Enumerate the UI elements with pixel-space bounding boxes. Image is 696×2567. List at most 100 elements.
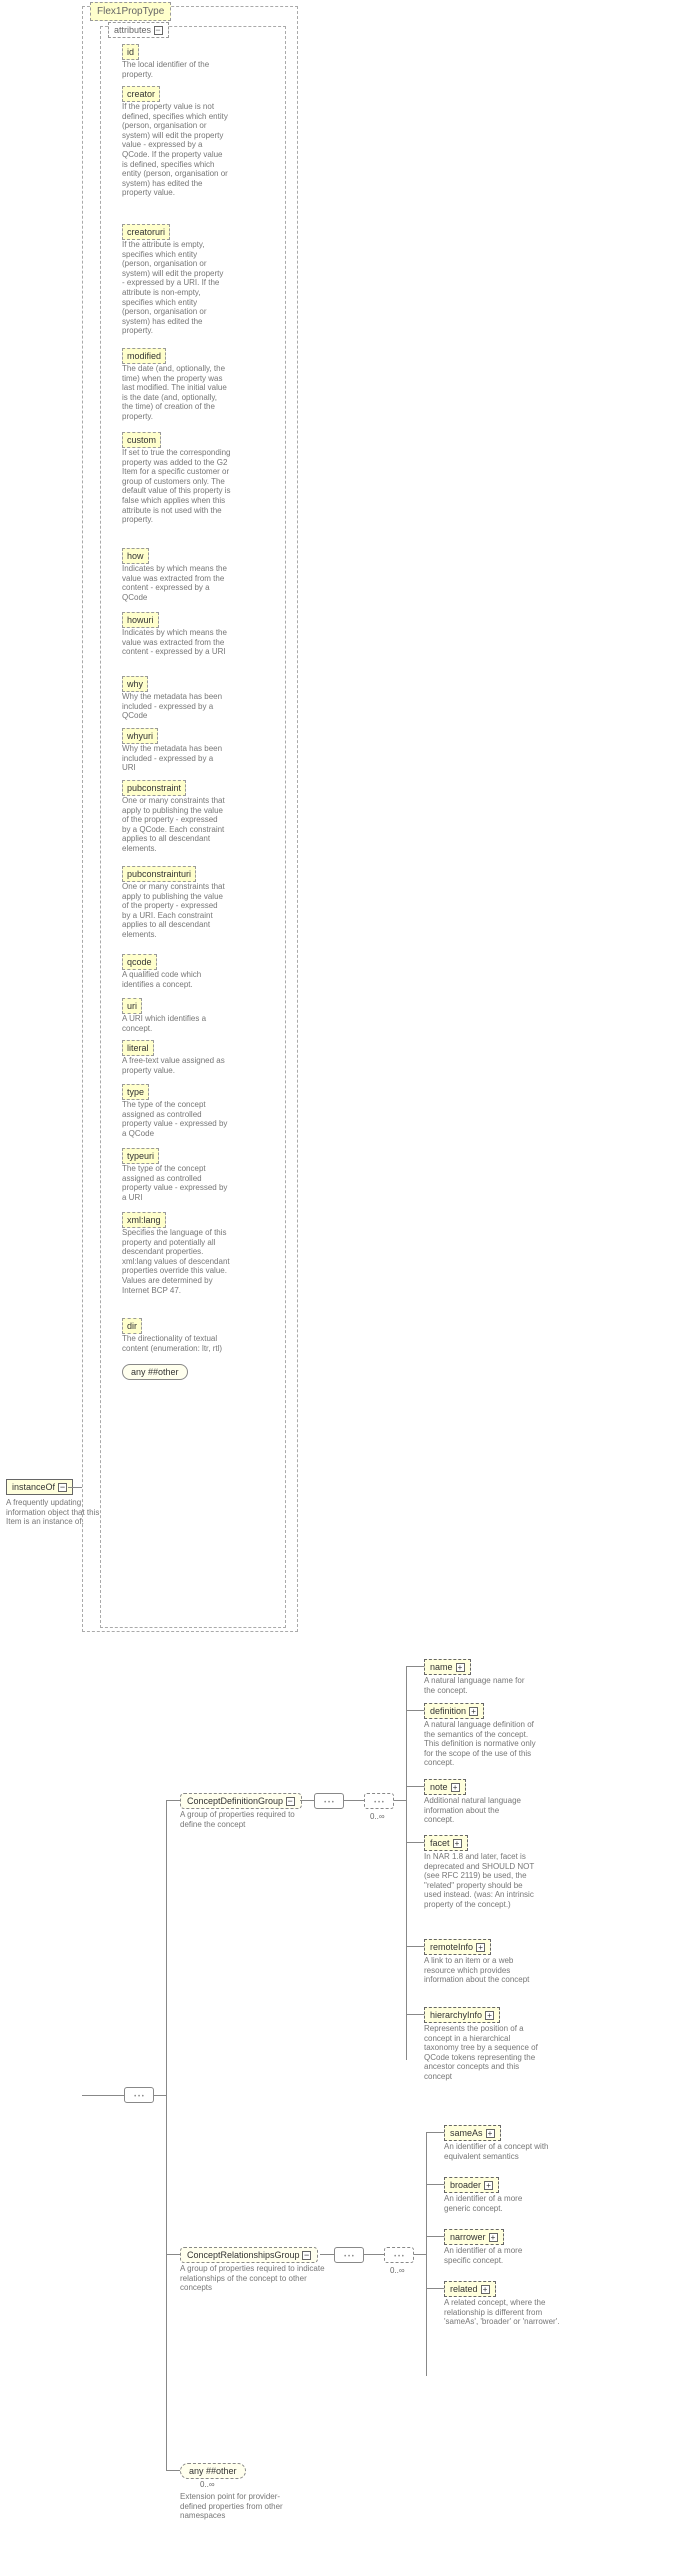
- elem-related-desc: A related concept, where the relationshi…: [444, 2298, 560, 2327]
- attr-how-label: how: [127, 551, 144, 561]
- attr-creator-label: creator: [127, 89, 155, 99]
- attr-pubconstrainturi-desc: One or many constraints that apply to pu…: [122, 882, 228, 940]
- expand-icon[interactable]: +: [451, 1783, 460, 1792]
- connector: [166, 1800, 180, 1801]
- attr-how-desc: Indicates by which means the value was e…: [122, 564, 228, 602]
- collapse-icon[interactable]: −: [58, 1483, 67, 1492]
- elem-note-label: note: [430, 1782, 448, 1792]
- collapse-icon[interactable]: −: [286, 1797, 295, 1806]
- sequence-indicator: [334, 2247, 364, 2263]
- expand-icon[interactable]: +: [476, 1943, 485, 1952]
- attr-creatoruri[interactable]: creatoruri: [122, 224, 170, 240]
- expand-icon[interactable]: +: [456, 1663, 465, 1672]
- attr-creatoruri-desc: If the attribute is empty, specifies whi…: [122, 240, 228, 336]
- attr-literal-label: literal: [127, 1043, 149, 1053]
- attr-howuri[interactable]: howuri: [122, 612, 159, 628]
- attr-pubconstraint-label: pubconstraint: [127, 783, 181, 793]
- attr-modified[interactable]: modified: [122, 348, 166, 364]
- ext-desc: Extension point for provider-defined pro…: [180, 2492, 300, 2521]
- elem-facet-desc: In NAR 1.8 and later, facet is deprecate…: [424, 1852, 540, 1910]
- attr-whyuri[interactable]: whyuri: [122, 728, 158, 744]
- seq-dots-icon: [134, 2090, 144, 2100]
- expand-icon[interactable]: +: [486, 2129, 495, 2138]
- connector: [426, 2288, 444, 2289]
- elem-name[interactable]: name+: [424, 1659, 471, 1675]
- attr-type-desc: The type of the concept assigned as cont…: [122, 1100, 228, 1138]
- crg-desc: A group of properties required to indica…: [180, 2264, 330, 2293]
- elem-facet[interactable]: facet+: [424, 1835, 468, 1851]
- elem-name-desc: A natural language name for the concept.: [424, 1676, 534, 1695]
- elem-hierarchyinfo[interactable]: hierarchyInfo+: [424, 2007, 500, 2023]
- attr-type-label: type: [127, 1087, 144, 1097]
- elem-sameas[interactable]: sameAs+: [444, 2125, 501, 2141]
- elem-note[interactable]: note+: [424, 1779, 466, 1795]
- elem-broader-label: broader: [450, 2180, 481, 2190]
- elem-broader-desc: An identifier of a more generic concept.: [444, 2194, 540, 2213]
- attr-how[interactable]: how: [122, 548, 149, 564]
- attr-id[interactable]: id: [122, 44, 139, 60]
- attr-any-other: any ##other: [122, 1364, 188, 1380]
- expand-icon[interactable]: +: [489, 2233, 498, 2242]
- concept-relationships-group[interactable]: ConceptRelationshipsGroup −: [180, 2247, 318, 2263]
- attr-why[interactable]: why: [122, 676, 148, 692]
- attr-xmllang-label: xml:lang: [127, 1215, 161, 1225]
- elem-narrower-desc: An identifier of a more specific concept…: [444, 2246, 540, 2265]
- expand-icon[interactable]: +: [453, 1839, 462, 1848]
- attr-howuri-label: howuri: [127, 615, 154, 625]
- elem-note-desc: Additional natural language information …: [424, 1796, 528, 1825]
- attr-whyuri-desc: Why the metadata has been included - exp…: [122, 744, 228, 773]
- expand-icon[interactable]: +: [469, 1707, 478, 1716]
- connector: [406, 1710, 424, 1711]
- attr-typeuri[interactable]: typeuri: [122, 1148, 159, 1164]
- attr-typeuri-desc: The type of the concept assigned as cont…: [122, 1164, 228, 1202]
- connector: [426, 2184, 444, 2185]
- connector: [82, 2095, 124, 2096]
- attr-pubconstrainturi[interactable]: pubconstrainturi: [122, 866, 196, 882]
- elem-related[interactable]: related+: [444, 2281, 496, 2297]
- attr-uri[interactable]: uri: [122, 998, 142, 1014]
- attributes-header[interactable]: attributes −: [108, 22, 169, 38]
- attr-literal[interactable]: literal: [122, 1040, 154, 1056]
- attr-custom[interactable]: custom: [122, 432, 161, 448]
- connector: [406, 1666, 407, 2060]
- elem-remoteinfo[interactable]: remoteInfo+: [424, 1939, 491, 1955]
- elem-hierarchyinfo-desc: Represents the position of a concept in …: [424, 2024, 542, 2082]
- expand-icon[interactable]: +: [485, 2011, 494, 2020]
- attr-xmllang[interactable]: xml:lang: [122, 1212, 166, 1228]
- attr-typeuri-label: typeuri: [127, 1151, 154, 1161]
- sequence-indicator: [124, 2087, 154, 2103]
- root-element[interactable]: instanceOf −: [6, 1479, 73, 1495]
- elem-definition[interactable]: definition+: [424, 1703, 484, 1719]
- attr-pubconstraint[interactable]: pubconstraint: [122, 780, 186, 796]
- collapse-icon[interactable]: −: [154, 26, 163, 35]
- attr-creator[interactable]: creator: [122, 86, 160, 102]
- attr-why-label: why: [127, 679, 143, 689]
- attr-type[interactable]: type: [122, 1084, 149, 1100]
- attr-dir[interactable]: dir: [122, 1318, 142, 1334]
- attr-id-desc: The local identifier of the property.: [122, 60, 218, 79]
- connector: [406, 2014, 424, 2015]
- attr-qcode[interactable]: qcode: [122, 954, 157, 970]
- concept-definition-group[interactable]: ConceptDefinitionGroup −: [180, 1793, 302, 1809]
- attr-id-label: id: [127, 47, 134, 57]
- elem-facet-label: facet: [430, 1838, 450, 1848]
- attr-why-desc: Why the metadata has been included - exp…: [122, 692, 228, 721]
- collapse-icon[interactable]: −: [302, 2251, 311, 2260]
- connector: [426, 2236, 444, 2237]
- sequence-indicator: [364, 1793, 394, 1809]
- elem-sameas-desc: An identifier of a concept with equivale…: [444, 2142, 556, 2161]
- connector: [394, 1800, 406, 1801]
- attr-uri-label: uri: [127, 1001, 137, 1011]
- elem-broader[interactable]: broader+: [444, 2177, 499, 2193]
- connector: [68, 1487, 82, 1488]
- cardinality: 0..∞: [370, 1812, 385, 1821]
- expand-icon[interactable]: +: [481, 2285, 490, 2294]
- connector: [166, 2470, 180, 2471]
- elem-narrower[interactable]: narrower+: [444, 2229, 504, 2245]
- expand-icon[interactable]: +: [484, 2181, 493, 2190]
- elem-narrower-label: narrower: [450, 2232, 486, 2242]
- cdg-desc: A group of properties required to define…: [180, 1810, 310, 1829]
- connector: [414, 2254, 426, 2255]
- attr-creatoruri-label: creatoruri: [127, 227, 165, 237]
- elem-remoteinfo-label: remoteInfo: [430, 1942, 473, 1952]
